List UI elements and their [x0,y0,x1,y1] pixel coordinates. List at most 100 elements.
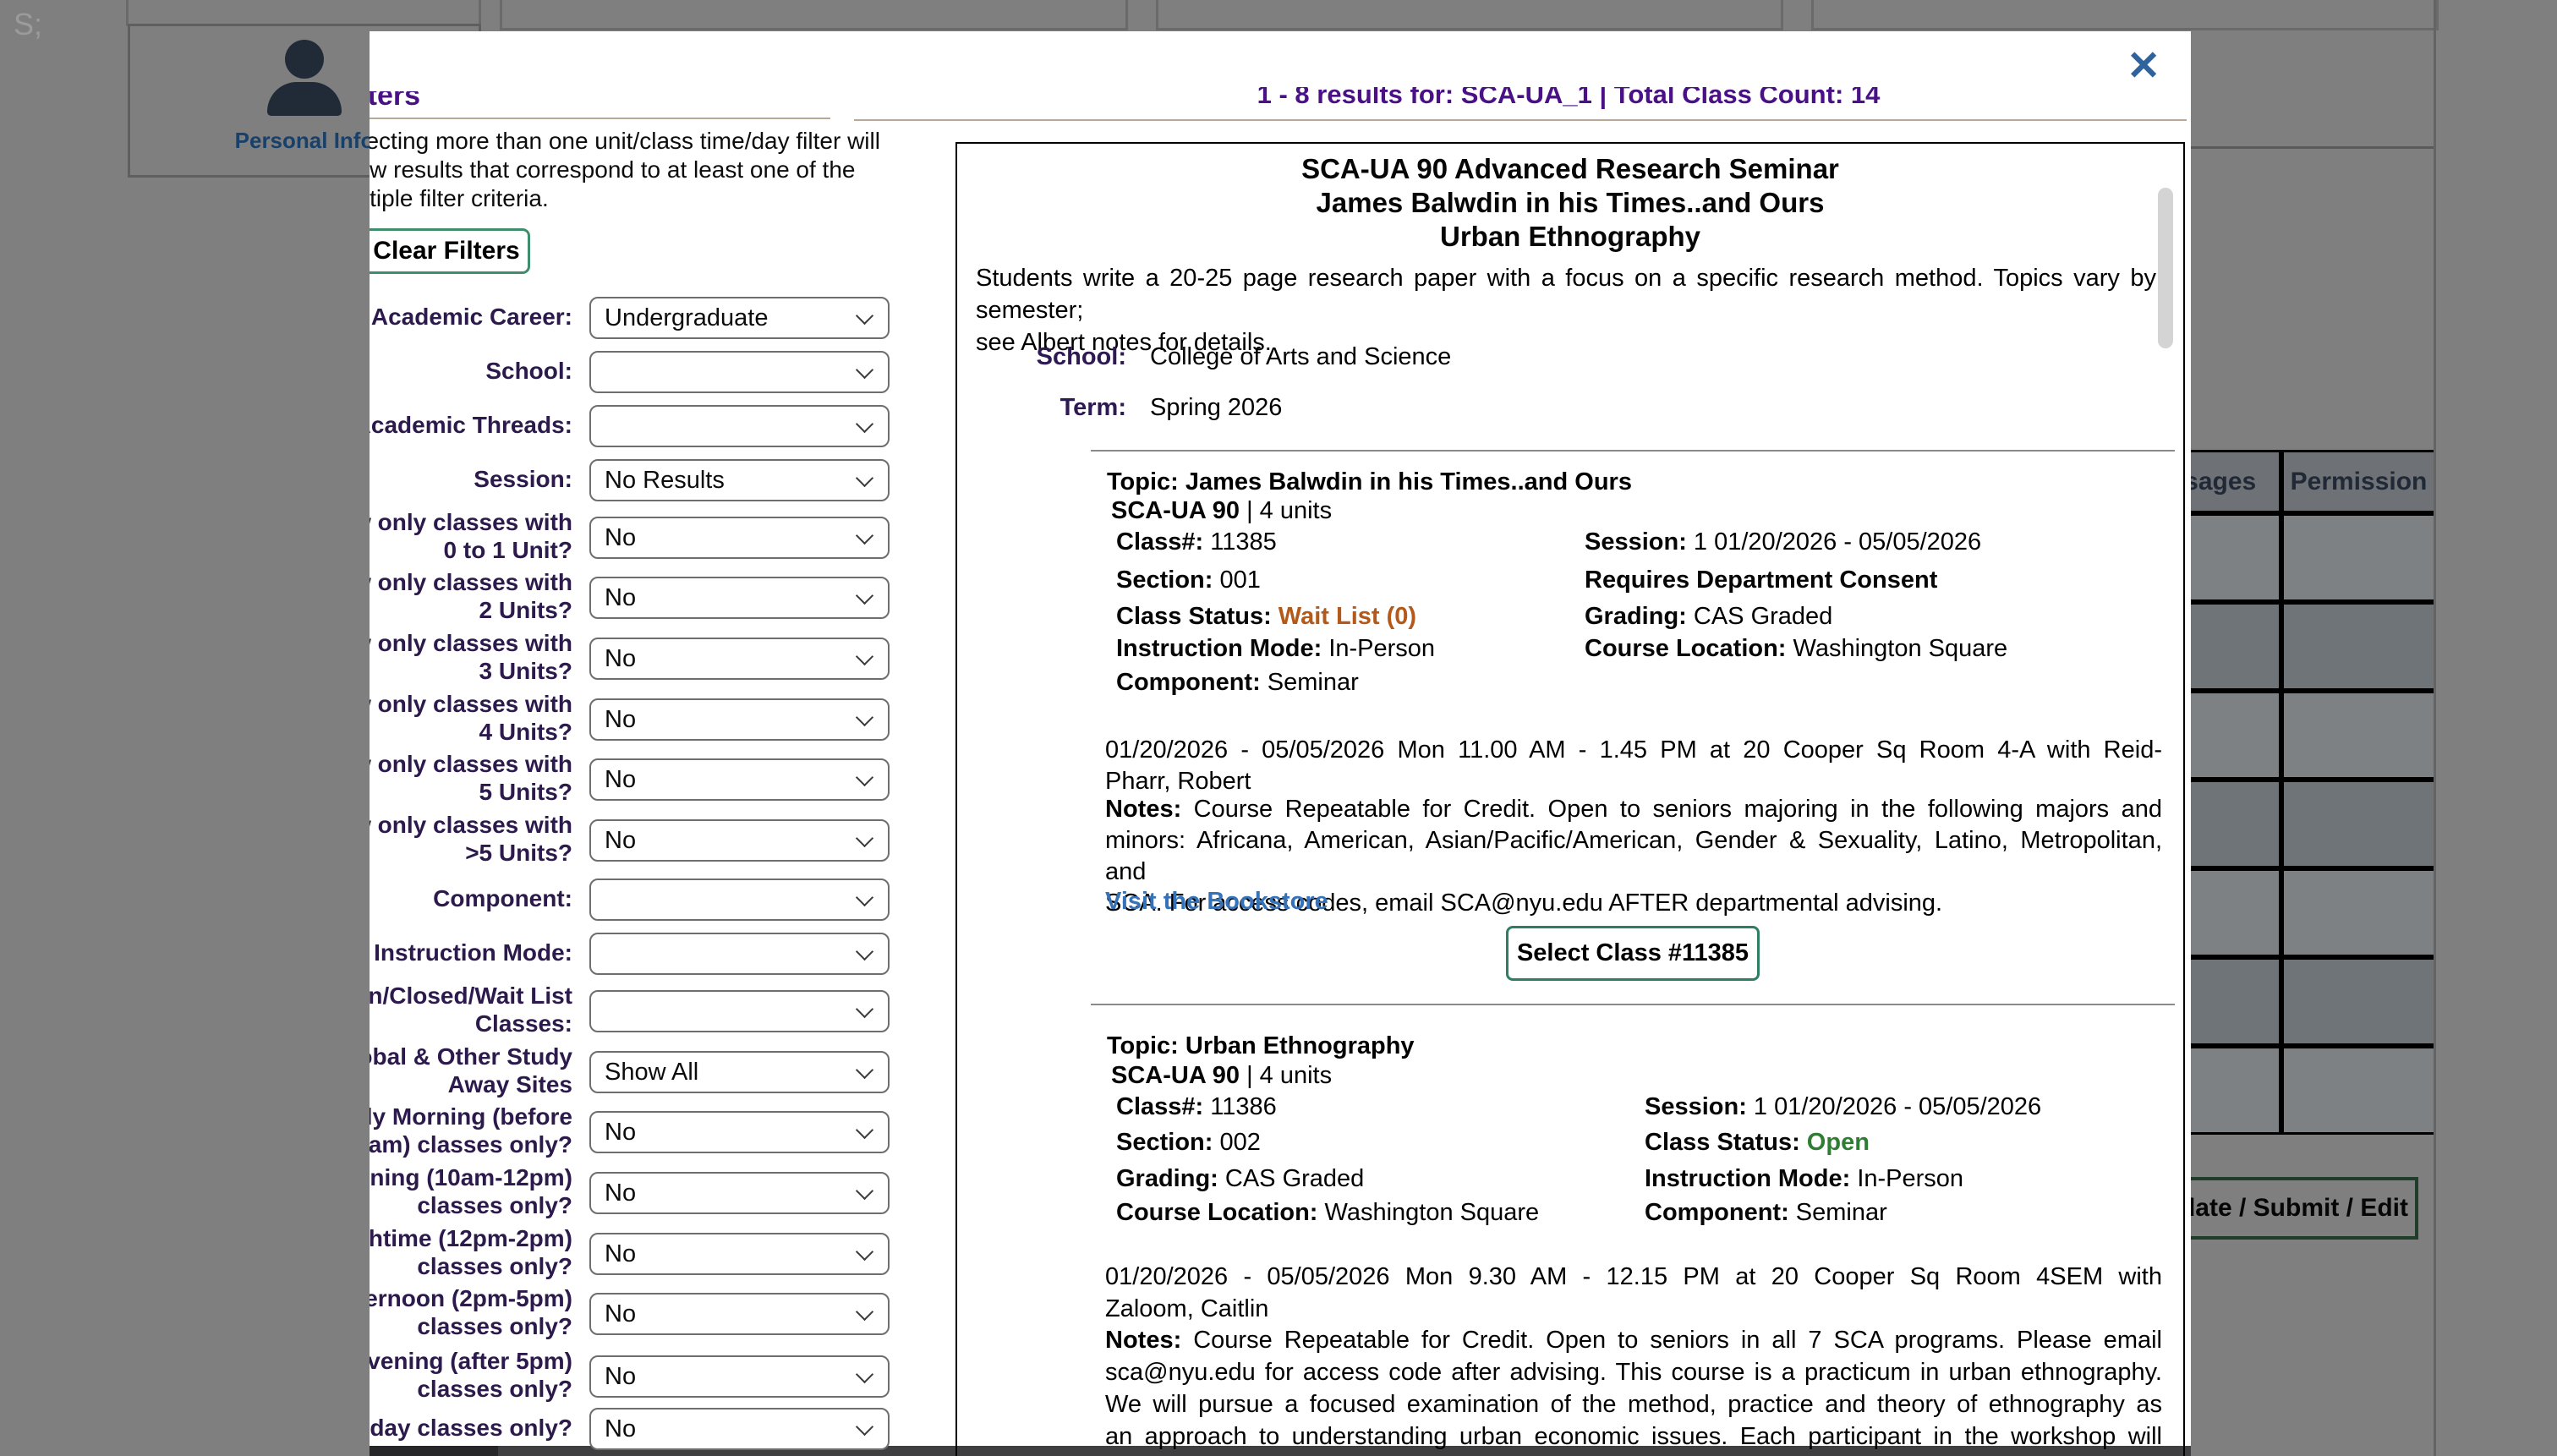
text-line: 01/20/2026 - 05/05/2026 Mon 9.30 AM - 12… [1105,1261,2162,1293]
text-line: an approach to understanding urban econo… [1105,1420,2162,1453]
filter-select[interactable]: No [589,1293,890,1335]
filter-select-value: No [605,706,636,734]
chevron-down-icon [856,709,873,726]
filter-label: Show only classes with>5 Units? [370,811,572,867]
filter-select[interactable]: Undergraduate [589,297,890,339]
table-row-cell [2281,957,2436,1046]
close-icon[interactable]: ✕ [2127,47,2160,87]
filter-select[interactable] [589,405,890,447]
text-line: James Balwdin in his Times..and Ours [957,186,2183,220]
bottom-bar-dark [370,1446,498,1456]
clear-filters-button[interactable]: Clear Filters [370,228,530,274]
table-row-cell [2281,868,2436,957]
filters-intro-text: Selecting more than one unit/class time/… [370,127,880,213]
filter-select[interactable]: No [589,819,890,862]
chevron-down-icon [856,1000,873,1018]
filter-select[interactable] [589,990,890,1032]
class-detail-row: Requires Department Consent [1585,566,1937,594]
filter-select[interactable]: No [589,698,890,741]
filter-select[interactable]: No [589,1408,890,1450]
filter-label: Morning (10am-12pm)classes only? [370,1163,572,1219]
filter-select[interactable]: No [589,638,890,680]
chevron-down-icon [856,1303,873,1321]
class-detail-row: Section: 002 [1116,1128,1261,1157]
filter-select-value: No [605,1363,636,1391]
results-scrollbar-thumb[interactable] [2158,188,2173,348]
filter-label: Academic Career: [370,303,572,331]
text-line: Zaloom, Caitlin [1105,1293,2162,1325]
filter-select-value: No [605,1415,636,1443]
filter-label: Show only classes with0 to 1 Unit? [370,508,572,564]
bookstore-link[interactable]: Visit the Bookstore [1105,888,1328,916]
class-detail-row: Class Status: Open [1645,1128,1870,1157]
chevron-down-icon [856,648,873,665]
filter-select[interactable] [589,879,890,921]
school-label: School: [957,342,1126,371]
filter-select-value: Show All [605,1059,698,1087]
background-top-strip-box-3 [1811,0,2439,30]
filter-label: Session: [370,465,572,493]
select-class-button[interactable]: Select Class #11385 [1506,926,1760,981]
class-topic: Topic: James Balwdin in his Times..and O… [1107,468,1632,496]
chevron-down-icon [856,1182,873,1200]
text-line: show results that correspond to at least… [370,156,880,184]
filter-select[interactable]: No [589,1355,890,1398]
filter-select[interactable]: No [589,1111,890,1153]
filter-select-value: No [605,1180,636,1207]
table-row-cell [2281,602,2436,691]
section-separator-2 [1091,1004,2175,1005]
filter-select[interactable]: No [589,517,890,559]
text-line: Notes: Course Repeatable for Credit. Ope… [1105,1324,2162,1356]
class-notes-text: Notes: Course Repeatable for Credit. Ope… [1105,1324,2162,1453]
class-detail-row: Component: Seminar [1645,1198,1887,1227]
filter-select[interactable] [589,933,890,975]
filter-label: Show only classes with2 Units? [370,568,572,624]
filter-label: Evening (after 5pm)classes only? [370,1347,572,1403]
filter-label: School: [370,357,572,385]
chevron-down-icon [856,889,873,906]
class-detail-row: Class#: 11386 [1116,1092,1277,1121]
chevron-down-icon [856,307,873,325]
class-meeting-text: 01/20/2026 - 05/05/2026 Mon 9.30 AM - 12… [1105,1261,2162,1325]
class-detail-row: Grading: CAS Graded [1585,602,1832,631]
course-title: SCA-UA 90 Advanced Research SeminarJames… [957,152,2183,254]
filter-select[interactable]: No [589,758,890,801]
filter-select-value: No [605,1300,636,1328]
filters-rule [370,118,830,119]
filter-select[interactable]: Show All [589,1051,890,1093]
filter-select[interactable]: No [589,577,890,619]
text-line: SCA-UA 90 Advanced Research Seminar [957,152,2183,186]
page-divider-line [2434,0,2436,1456]
filter-label: Global & Other StudyAway Sites [370,1043,572,1098]
filter-select[interactable] [589,351,890,393]
class-detail-row: Grading: CAS Graded [1116,1164,1364,1193]
chevron-down-icon [856,769,873,786]
filter-select-value: No [605,766,636,794]
filters-heading: Filters [370,91,488,110]
class-detail-row: Section: 001 [1116,566,1261,594]
background-top-left-box [126,0,481,26]
filter-select[interactable]: No [589,1233,890,1275]
filter-label: Open/Closed/Wait ListClasses: [370,982,572,1037]
chevron-down-icon [856,527,873,545]
text-line: multiple filter criteria. [370,184,880,213]
filter-label: Monday classes only? [370,1414,572,1442]
page-root: S; Personal Info MessagesPermission Upda… [0,0,2557,1456]
chevron-down-icon [856,361,873,379]
background-top-strip-box-2 [1156,0,1783,30]
filter-select[interactable]: No Results [589,459,890,501]
class-code: SCA-UA 90 | 4 units [1111,1061,1332,1090]
table-row-cell [2281,1046,2436,1135]
filter-label: Show only classes with4 Units? [370,690,572,746]
class-detail-row: Session: 1 01/20/2026 - 05/05/2026 [1585,528,1981,556]
filter-label: Early Morning (before10am) classes only? [370,1103,572,1158]
class-detail-row: Class Status: Wait List (0) [1116,602,1416,631]
text-line: We will pursue a focused examination of … [1105,1388,2162,1420]
results-box: SCA-UA 90 Advanced Research SeminarJames… [955,142,2185,1456]
filter-select-value: No [605,1119,636,1147]
class-detail-row: Course Location: Washington Square [1116,1198,1539,1227]
text-line: Urban Ethnography [957,220,2183,254]
filter-select-value: No [605,1240,636,1268]
chevron-down-icon [856,1121,873,1139]
filter-select[interactable]: No [589,1172,890,1214]
